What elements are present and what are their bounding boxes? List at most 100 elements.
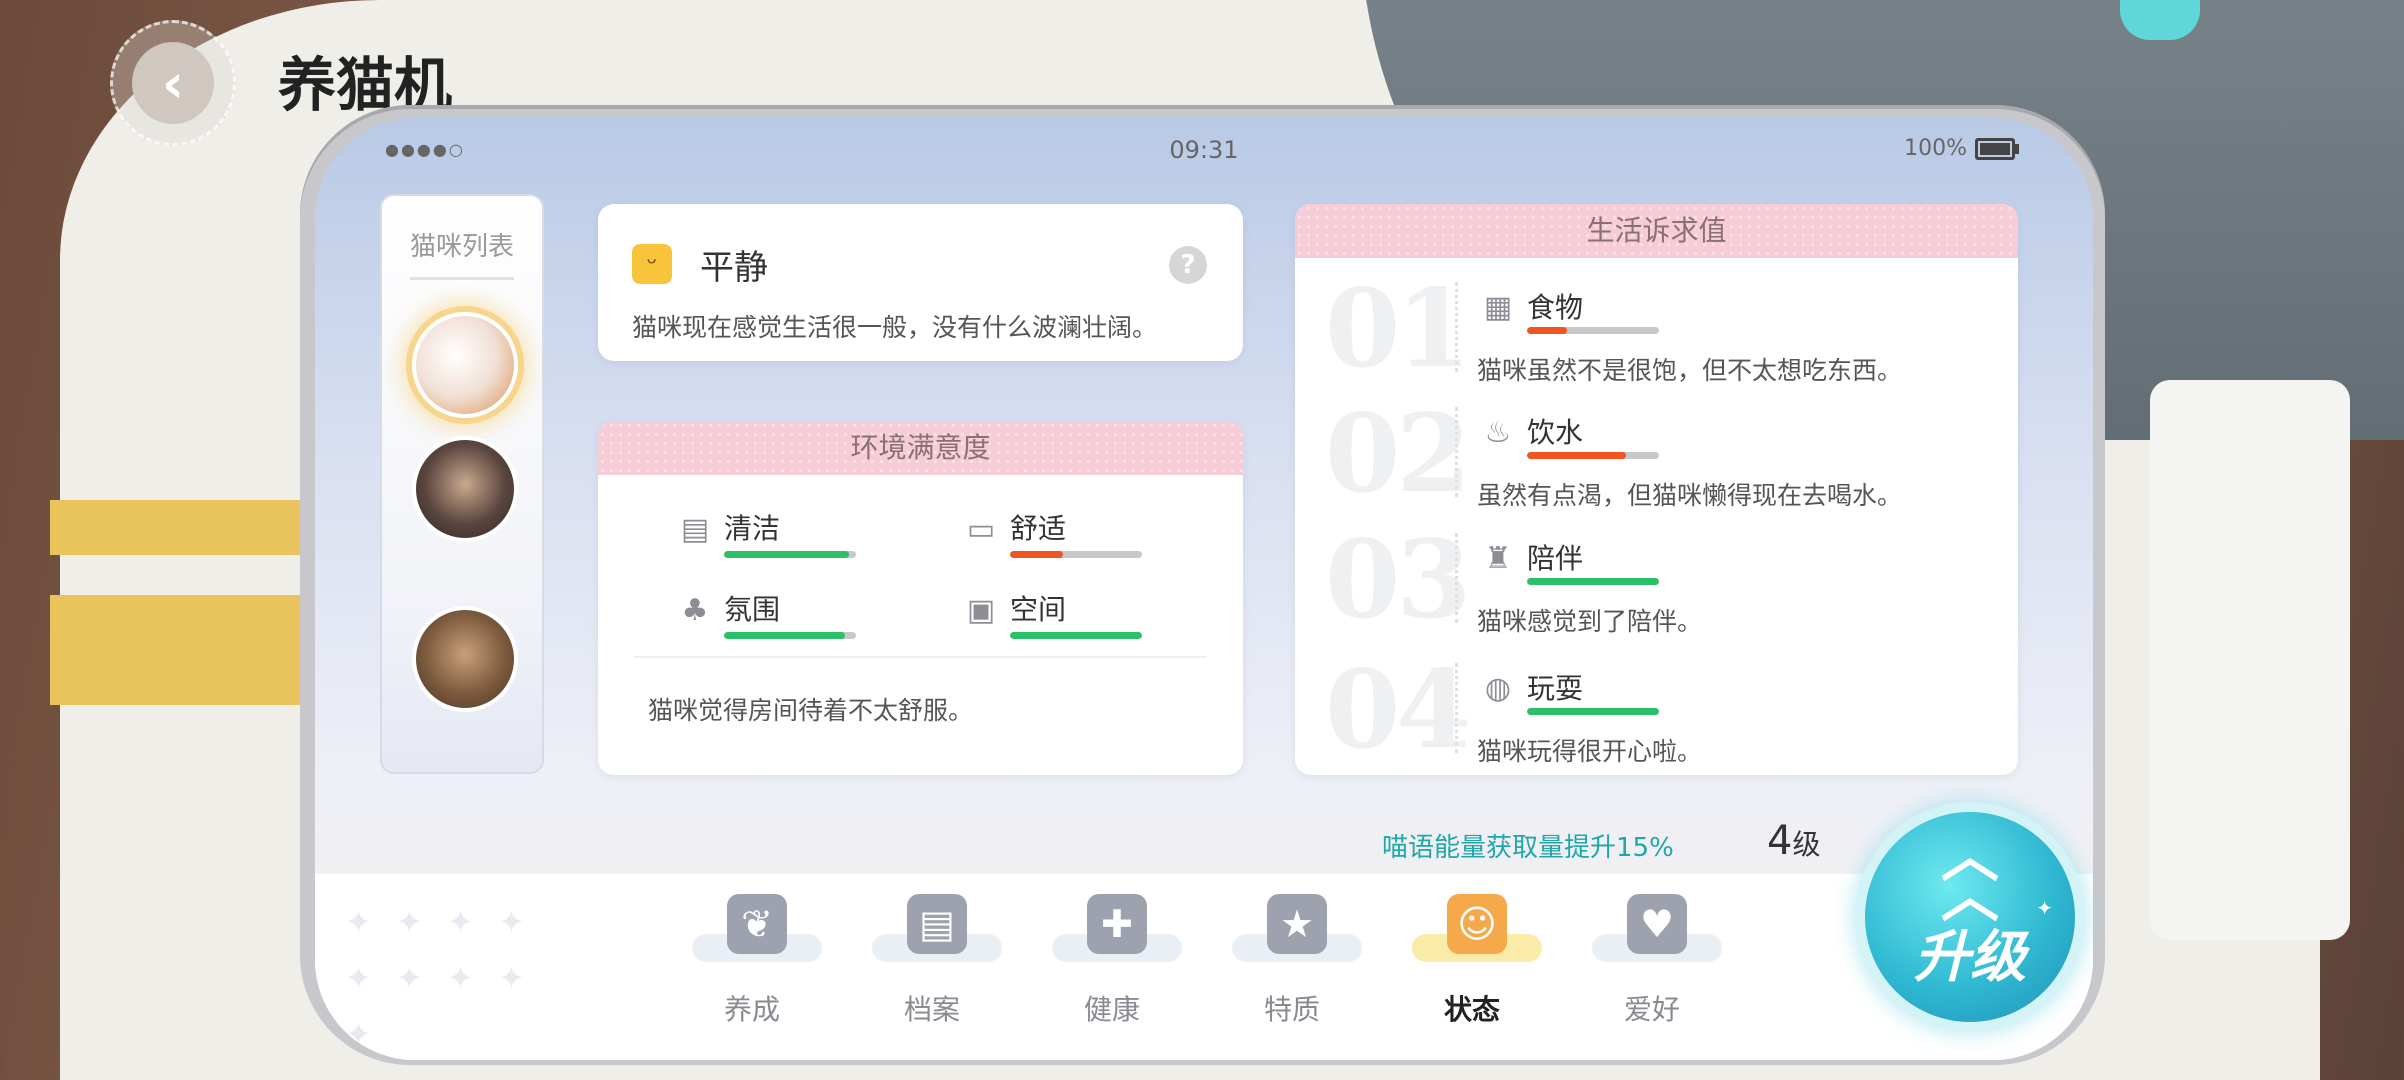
tab-label: 健康 [1083, 993, 1140, 1026]
env-label: 空间 [1010, 593, 1067, 626]
tab-label: 状态 [1443, 993, 1500, 1026]
device-screen: ●●●●○ 09:31 100% 猫咪列表 ᵕ 平静 猫咪现在感觉生活很一般，没… [315, 118, 2093, 1060]
env-item-comfort: ▭ 舒适 [966, 507, 1142, 558]
tab-archive[interactable]: ▤ 档案 [872, 894, 1002, 1028]
divider [410, 277, 514, 280]
calico-cat-avatar[interactable] [412, 312, 518, 418]
need-label: 食物 [1527, 291, 1584, 324]
need-item-water: 02 ♨ 饮水 虽然有点渴，但猫咪懒得现在去喝水。 [1295, 391, 2018, 517]
tabby-cat-avatar[interactable] [412, 606, 518, 712]
level-indicator: 4级 [1767, 818, 1820, 864]
tab-traits[interactable]: ★ 特质 [1232, 894, 1362, 1028]
need-number: 02 [1325, 391, 1471, 517]
tab-label: 档案 [903, 993, 960, 1026]
tab-label: 特质 [1263, 993, 1320, 1026]
battery-icon [1975, 137, 2019, 160]
env-bar-fill [1010, 632, 1142, 639]
env-label: 舒适 [1010, 512, 1067, 545]
tab-label: 爱好 [1623, 993, 1680, 1026]
level-value: 4 [1767, 818, 1793, 864]
battery-status: 100% [1904, 136, 2019, 161]
upgrade-button[interactable]: ︿ ︿ 升级 ✦ [1865, 812, 2075, 1022]
food-icon: ▦ [1483, 290, 1513, 325]
background-stripe [50, 595, 300, 705]
need-bar [1527, 708, 1659, 715]
need-bar-fill [1527, 708, 1659, 715]
divider [1455, 407, 1462, 497]
divider [1455, 282, 1462, 372]
env-item-space: ▣ 空间 [966, 588, 1142, 639]
need-number: 01 [1325, 266, 1471, 392]
need-label: 陪伴 [1527, 542, 1584, 575]
clean-icon: ▤ [680, 512, 710, 547]
need-description: 虽然有点渴，但猫咪懒得现在去喝水。 [1477, 481, 1903, 510]
need-number: 03 [1325, 517, 1471, 643]
env-bar [1010, 632, 1142, 639]
need-item-company: 03 ♜ 陪伴 猫咪感觉到了陪伴。 [1295, 517, 2018, 643]
back-arrow-icon: ‹ [132, 42, 214, 124]
need-bar-fill [1527, 452, 1626, 459]
bottom-nav: ✦ ✦ ✦ ✦ ✦ ✦ ✦ ✦ ✦ ❦ 养成 ▤ 档案 ✚ 健康 ★ 特质 ☺ … [315, 874, 2093, 1060]
need-item-play: 04 ◍ 玩耍 猫咪玩得很开心啦。 [1295, 647, 2018, 773]
need-item-food: 01 ▦ 食物 猫咪虽然不是很饱，但不太想吃东西。 [1295, 266, 2018, 392]
tab-nurture[interactable]: ❦ 养成 [692, 894, 822, 1028]
env-bar-fill [724, 551, 850, 558]
back-button[interactable]: ‹ [110, 20, 236, 146]
upgrade-label: 升级 [1914, 925, 2026, 990]
tab-hobby[interactable]: ♥ 爱好 [1592, 894, 1722, 1028]
divider [1455, 533, 1462, 623]
env-bar [724, 632, 856, 639]
help-icon[interactable]: ? [1169, 246, 1207, 284]
tab-status[interactable]: ☺ 状态 [1412, 894, 1542, 1028]
cat-list-title: 猫咪列表 [409, 232, 514, 262]
divider [634, 656, 1207, 658]
box-icon: ▣ [966, 593, 996, 628]
company-icon: ♜ [1484, 541, 1512, 576]
cat-list: 猫咪列表 [380, 194, 544, 774]
status-face-icon: ☺ [1447, 894, 1507, 954]
environment-card: 环境满意度 ▤ 清洁 ▭ 舒适 ♣ 氛围 ▣ 空间 猫咪觉得房间待着不太舒服。 [598, 421, 1243, 775]
need-bar [1527, 578, 1659, 585]
env-bar [724, 551, 856, 558]
plant-icon: ♣ [681, 593, 709, 628]
environment-description: 猫咪觉得房间待着不太舒服。 [648, 696, 974, 725]
env-item-atmosphere: ♣ 氛围 [680, 588, 856, 639]
siamese-cat-avatar[interactable] [412, 436, 518, 542]
need-label: 玩耍 [1527, 672, 1584, 705]
env-bar [1010, 551, 1142, 558]
star-badge-icon: ★ [1267, 894, 1327, 954]
level-unit: 级 [1792, 828, 1821, 861]
need-bar [1527, 327, 1659, 334]
kettle-icon: ♨ [1484, 415, 1512, 450]
status-time: 09:31 [1169, 136, 1239, 164]
need-description: 猫咪玩得很开心啦。 [1477, 737, 1703, 766]
env-bar-fill [724, 632, 846, 639]
env-bar-fill [1010, 551, 1063, 558]
tab-label: 养成 [723, 993, 780, 1026]
need-description: 猫咪虽然不是很饱，但不太想吃东西。 [1477, 356, 1903, 385]
tab-health[interactable]: ✚ 健康 [1052, 894, 1182, 1028]
environment-title: 环境满意度 [598, 421, 1243, 475]
need-number: 04 [1325, 647, 1471, 773]
need-bar-fill [1527, 327, 1567, 334]
nurture-icon: ❦ [727, 894, 787, 954]
need-bar-fill [1527, 578, 1659, 585]
mood-title: 平静 [700, 248, 768, 288]
env-label: 清洁 [724, 512, 781, 545]
heart-bubble-icon: ♥ [1627, 894, 1687, 954]
background-panel [2150, 380, 2350, 940]
need-label: 饮水 [1527, 416, 1584, 449]
archive-icon: ▤ [907, 894, 967, 954]
battery-text: 100% [1904, 136, 1967, 161]
env-item-clean: ▤ 清洁 [680, 507, 856, 558]
smile-face-icon: ᵕ [632, 244, 672, 284]
medkit-icon: ✚ [1087, 894, 1147, 954]
need-description: 猫咪感觉到了陪伴。 [1477, 607, 1703, 636]
needs-title: 生活诉求值 [1295, 204, 2018, 258]
star-decoration: ✦ ✦ ✦ ✦ ✦ ✦ ✦ ✦ ✦ [345, 903, 525, 1053]
mood-description: 猫咪现在感觉生活很一般，没有什么波澜壮阔。 [632, 313, 1158, 342]
divider [1455, 663, 1462, 753]
need-bar [1527, 452, 1659, 459]
background-stripe [50, 500, 300, 555]
background-accent [2120, 0, 2200, 40]
